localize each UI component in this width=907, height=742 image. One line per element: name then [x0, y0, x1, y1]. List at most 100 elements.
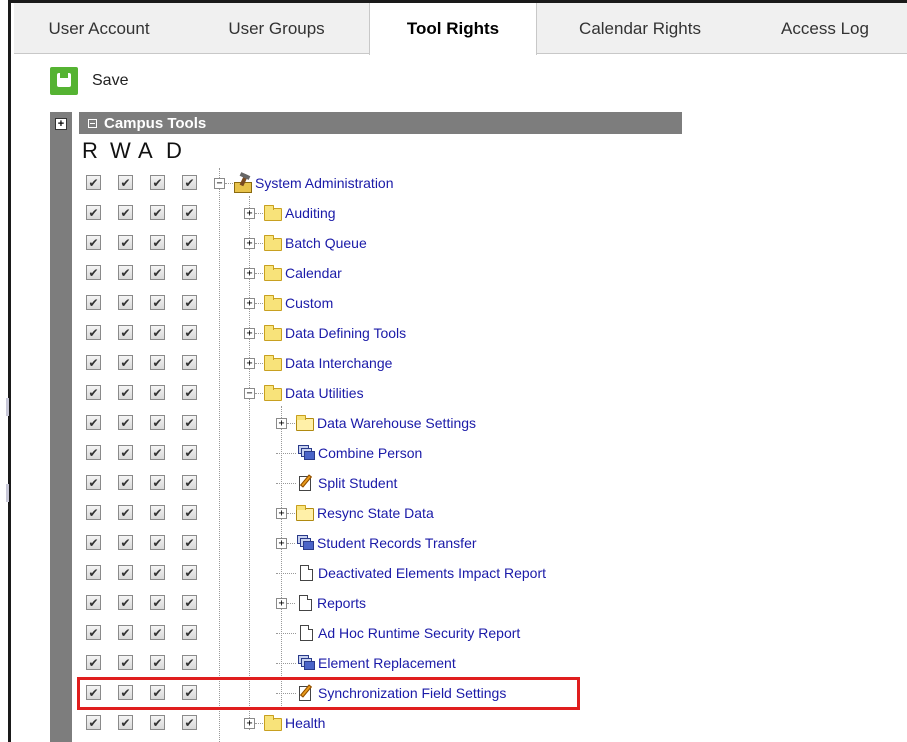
checkbox-read[interactable]: ✔ — [86, 505, 101, 520]
tree-node-label[interactable]: Data Interchange — [285, 355, 392, 371]
collapse-icon[interactable]: − — [244, 387, 255, 399]
checkbox-add[interactable]: ✔ — [150, 385, 165, 400]
checkbox-add[interactable]: ✔ — [150, 565, 165, 580]
tree-node-label[interactable]: Split Student — [318, 475, 397, 491]
checkbox-delete[interactable]: ✔ — [182, 325, 197, 340]
checkbox-add[interactable]: ✔ — [150, 505, 165, 520]
expand-icon[interactable]: + — [244, 207, 255, 219]
checkbox-write[interactable]: ✔ — [118, 295, 133, 310]
checkbox-read[interactable]: ✔ — [86, 475, 101, 490]
checkbox-add[interactable]: ✔ — [150, 445, 165, 460]
tab-access-log[interactable]: Access Log — [743, 3, 907, 54]
tab-calendar-rights[interactable]: Calendar Rights — [537, 3, 743, 54]
tree-node-label[interactable]: Student Records Transfer — [317, 535, 477, 551]
tree-node-label[interactable]: Calendar — [285, 265, 342, 281]
checkbox-write[interactable]: ✔ — [118, 475, 133, 490]
checkbox-write[interactable]: ✔ — [118, 655, 133, 670]
checkbox-write[interactable]: ✔ — [118, 415, 133, 430]
expand-icon[interactable]: + — [276, 597, 287, 609]
checkbox-add[interactable]: ✔ — [150, 265, 165, 280]
floppy-disk-icon[interactable] — [50, 67, 78, 95]
checkbox-delete[interactable]: ✔ — [182, 655, 197, 670]
expand-icon[interactable]: + — [276, 507, 287, 519]
checkbox-add[interactable]: ✔ — [150, 715, 165, 730]
tree-node-label[interactable]: Data Defining Tools — [285, 325, 406, 341]
checkbox-add[interactable]: ✔ — [150, 355, 165, 370]
checkbox-add[interactable]: ✔ — [150, 475, 165, 490]
collapse-icon[interactable] — [86, 117, 98, 129]
checkbox-read[interactable]: ✔ — [86, 445, 101, 460]
checkbox-write[interactable]: ✔ — [118, 535, 133, 550]
checkbox-write[interactable]: ✔ — [118, 265, 133, 280]
checkbox-add[interactable]: ✔ — [150, 595, 165, 610]
checkbox-read[interactable]: ✔ — [86, 355, 101, 370]
expand-icon[interactable]: + — [244, 357, 255, 369]
checkbox-delete[interactable]: ✔ — [182, 235, 197, 250]
expand-all-icon[interactable]: + — [55, 118, 67, 130]
tree-node-label[interactable]: Data Utilities — [285, 385, 364, 401]
tree-node-label[interactable]: Batch Queue — [285, 235, 367, 251]
checkbox-delete[interactable]: ✔ — [182, 295, 197, 310]
tree-node-label[interactable]: Combine Person — [318, 445, 422, 461]
checkbox-delete[interactable]: ✔ — [182, 505, 197, 520]
expand-icon[interactable]: + — [244, 267, 255, 279]
checkbox-delete[interactable]: ✔ — [182, 355, 197, 370]
checkbox-add[interactable]: ✔ — [150, 205, 165, 220]
checkbox-read[interactable]: ✔ — [86, 715, 101, 730]
checkbox-write[interactable]: ✔ — [118, 445, 133, 460]
checkbox-delete[interactable]: ✔ — [182, 445, 197, 460]
checkbox-read[interactable]: ✔ — [86, 655, 101, 670]
checkbox-read[interactable]: ✔ — [86, 625, 101, 640]
checkbox-write[interactable]: ✔ — [118, 235, 133, 250]
checkbox-delete[interactable]: ✔ — [182, 565, 197, 580]
checkbox-write[interactable]: ✔ — [118, 325, 133, 340]
checkbox-write[interactable]: ✔ — [118, 625, 133, 640]
tree-node-label[interactable]: Ad Hoc Runtime Security Report — [318, 625, 520, 641]
checkbox-read[interactable]: ✔ — [86, 565, 101, 580]
checkbox-read[interactable]: ✔ — [86, 295, 101, 310]
expand-icon[interactable]: + — [276, 537, 287, 549]
checkbox-add[interactable]: ✔ — [150, 175, 165, 190]
tree-node-label[interactable]: Data Warehouse Settings — [317, 415, 476, 431]
expand-icon[interactable]: + — [276, 417, 287, 429]
collapse-icon[interactable]: − — [214, 177, 225, 189]
checkbox-read[interactable]: ✔ — [86, 535, 101, 550]
tab-user-groups[interactable]: User Groups — [184, 3, 369, 54]
expand-icon[interactable]: + — [244, 237, 255, 249]
checkbox-add[interactable]: ✔ — [150, 655, 165, 670]
checkbox-add[interactable]: ✔ — [150, 415, 165, 430]
checkbox-delete[interactable]: ✔ — [182, 205, 197, 220]
tree-node-label[interactable]: Custom — [285, 295, 333, 311]
tree-node-label[interactable]: System Administration — [255, 175, 394, 191]
checkbox-delete[interactable]: ✔ — [182, 175, 197, 190]
checkbox-delete[interactable]: ✔ — [182, 595, 197, 610]
checkbox-delete[interactable]: ✔ — [182, 415, 197, 430]
checkbox-read[interactable]: ✔ — [86, 385, 101, 400]
expand-icon[interactable]: + — [244, 297, 255, 309]
checkbox-write[interactable]: ✔ — [118, 565, 133, 580]
expand-icon[interactable]: + — [244, 717, 255, 729]
checkbox-read[interactable]: ✔ — [86, 205, 101, 220]
checkbox-delete[interactable]: ✔ — [182, 625, 197, 640]
checkbox-write[interactable]: ✔ — [118, 355, 133, 370]
tree-node-label[interactable]: Auditing — [285, 205, 336, 221]
checkbox-write[interactable]: ✔ — [118, 175, 133, 190]
checkbox-add[interactable]: ✔ — [150, 295, 165, 310]
save-button[interactable]: Save — [92, 72, 128, 90]
checkbox-write[interactable]: ✔ — [118, 205, 133, 220]
checkbox-read[interactable]: ✔ — [86, 235, 101, 250]
checkbox-add[interactable]: ✔ — [150, 325, 165, 340]
tree-node-label[interactable]: Reports — [317, 595, 366, 611]
tab-tool-rights[interactable]: Tool Rights — [369, 3, 537, 55]
tree-node-label[interactable]: Health — [285, 715, 325, 731]
checkbox-delete[interactable]: ✔ — [182, 385, 197, 400]
checkbox-add[interactable]: ✔ — [150, 625, 165, 640]
tab-user-account[interactable]: User Account — [14, 3, 184, 54]
checkbox-write[interactable]: ✔ — [118, 715, 133, 730]
checkbox-delete[interactable]: ✔ — [182, 535, 197, 550]
checkbox-read[interactable]: ✔ — [86, 265, 101, 280]
expand-icon[interactable]: + — [244, 327, 255, 339]
checkbox-read[interactable]: ✔ — [86, 175, 101, 190]
checkbox-delete[interactable]: ✔ — [182, 475, 197, 490]
tree-node-label[interactable]: Resync State Data — [317, 505, 434, 521]
